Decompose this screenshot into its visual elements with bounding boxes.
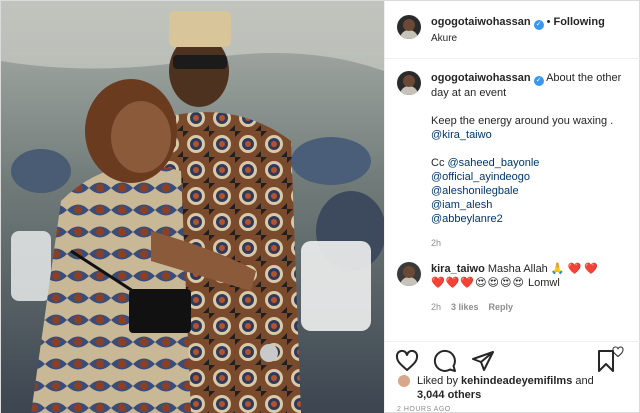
comment-text: Masha Allah 🙏 ❤️ ❤️ <box>487 263 599 275</box>
mention-link[interactable]: @iam_alesh <box>431 198 630 212</box>
header-text: ogogotaiwohassan ✓ • Following Akure <box>431 15 605 46</box>
caption-username[interactable]: ogogotaiwohassan <box>431 72 531 84</box>
caption-text: ogogotaiwohassan ✓ About the other day at… <box>431 71 630 250</box>
comment-body: kira_taiwo Masha Allah 🙏 ❤️ ❤️ ❤️❤️❤️😍😍😍… <box>431 262 611 314</box>
post-header: ogogotaiwohassan ✓ • Following Akure <box>385 1 640 59</box>
bookmark-icon[interactable] <box>594 349 618 373</box>
mention-link[interactable]: @aleshonilegbale <box>431 184 630 198</box>
post-photo[interactable] <box>1 1 384 413</box>
caption-block: ogogotaiwohassan ✓ About the other day at… <box>397 71 630 250</box>
liker-avatar[interactable] <box>397 374 411 388</box>
likes-conj: and <box>575 375 594 387</box>
comments-section: ogogotaiwohassan ✓ About the other day at… <box>385 71 640 357</box>
post-location[interactable]: Akure <box>431 32 605 46</box>
likes-text: Liked by kehindeadeyemifilms and 3,044 o… <box>417 374 594 402</box>
paper-plane-icon[interactable] <box>471 349 495 373</box>
mention-link[interactable]: @abbeylanre2 <box>431 212 630 226</box>
likes-summary: Liked by kehindeadeyemifilms and 3,044 o… <box>397 374 594 402</box>
author-avatar[interactable] <box>397 15 421 39</box>
heart-icon[interactable] <box>395 349 419 373</box>
author-username[interactable]: ogogotaiwohassan <box>431 16 531 28</box>
mention-link[interactable]: @official_ayindeogo <box>431 170 630 184</box>
comment-meta: 2h 3 likes Reply <box>431 300 611 314</box>
action-bar <box>385 341 640 376</box>
post-container: ogogotaiwohassan ✓ • Following Akure ogogot… <box>0 0 640 413</box>
cc-label: Cc <box>431 157 445 169</box>
verified-badge-icon: ✓ <box>533 76 544 86</box>
post-timestamp[interactable]: 2 HOURS AGO <box>397 406 451 413</box>
commenter-avatar[interactable] <box>397 262 421 286</box>
likes-prefix: Liked by <box>417 375 458 387</box>
comment-time[interactable]: 2h <box>431 302 441 312</box>
comment-tail: Lomwl <box>528 277 560 289</box>
comment-item: kira_taiwo Masha Allah 🙏 ❤️ ❤️ ❤️❤️❤️😍😍😍… <box>397 262 630 314</box>
caption-time[interactable]: 2h <box>431 236 630 250</box>
mention-link[interactable]: @saheed_bayonle <box>448 157 540 169</box>
likes-count[interactable]: 3,044 others <box>417 389 481 401</box>
reply-button[interactable]: Reply <box>489 302 514 312</box>
header-separator: • <box>546 16 551 28</box>
caption-mention[interactable]: @kira_taiwo <box>431 128 630 142</box>
caption-avatar[interactable] <box>397 71 421 95</box>
commenter-username[interactable]: kira_taiwo <box>431 263 485 275</box>
caption-line2: Keep the energy around you waxing . <box>431 115 614 127</box>
verified-badge-icon: ✓ <box>533 20 544 30</box>
comment-likes[interactable]: 3 likes <box>451 302 479 312</box>
comment-icon[interactable] <box>433 349 457 373</box>
following-button[interactable]: Following <box>553 16 604 28</box>
photo-illustration <box>1 1 384 413</box>
comment-emojis: ❤️❤️❤️😍😍😍😍 <box>431 277 525 289</box>
post-sidebar: ogogotaiwohassan ✓ • Following Akure ogogot… <box>384 1 640 413</box>
liker-username[interactable]: kehindeadeyemifilms <box>461 375 572 387</box>
